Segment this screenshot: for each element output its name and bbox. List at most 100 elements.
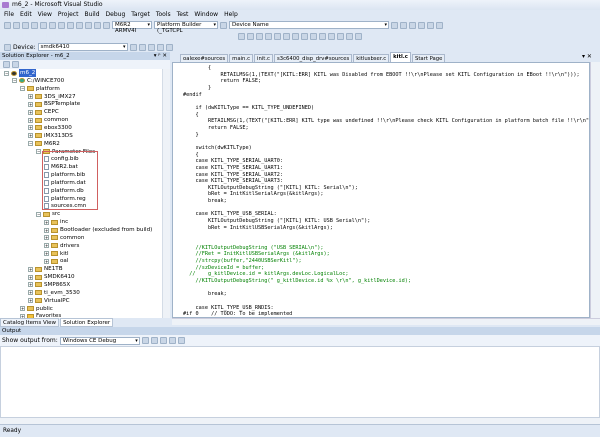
expand-toggle-icon[interactable]: − xyxy=(36,149,41,154)
code-editor[interactable]: { RETAILMSG(1,(TEXT("[KITL:ERR] KITL was… xyxy=(172,62,590,318)
expand-toggle-icon[interactable]: − xyxy=(20,86,25,91)
indent-icon[interactable] xyxy=(274,33,281,40)
tree-node[interactable]: +SMP865X xyxy=(28,281,70,289)
comment-icon[interactable] xyxy=(292,33,299,40)
tab-solution-explorer[interactable]: Solution Explorer xyxy=(60,318,113,327)
tree-node[interactable]: +NE1TB xyxy=(28,265,63,273)
options-icon[interactable] xyxy=(166,44,173,51)
show-all-files-icon[interactable] xyxy=(12,61,19,68)
target-icon[interactable] xyxy=(157,44,164,51)
tab-catalog-items-view[interactable]: Catalog Items View xyxy=(0,318,59,327)
expand-toggle-icon[interactable]: + xyxy=(44,235,49,240)
expand-toggle-icon[interactable]: + xyxy=(28,102,33,107)
open-icon[interactable] xyxy=(22,22,29,29)
tree-node[interactable]: +inc xyxy=(44,218,68,226)
expand-toggle-icon[interactable]: + xyxy=(44,220,49,225)
clear-all-icon[interactable] xyxy=(169,337,176,344)
start-icon[interactable] xyxy=(103,22,110,29)
menu-target[interactable]: Target xyxy=(131,10,150,20)
tree-node[interactable]: +oal xyxy=(44,257,68,265)
cut-icon[interactable] xyxy=(49,22,56,29)
menu-tools[interactable]: Tools xyxy=(156,10,171,20)
navigate-icon[interactable] xyxy=(94,22,101,29)
expand-toggle-icon[interactable]: + xyxy=(28,94,33,99)
expand-toggle-icon[interactable]: + xyxy=(28,133,33,138)
tree-node[interactable]: +iMX313DS xyxy=(28,132,73,140)
device-select[interactable]: smdk6410 xyxy=(38,43,128,51)
output-source-select[interactable]: Windows CE Debug xyxy=(60,337,140,345)
connect-icon[interactable] xyxy=(130,44,137,51)
tree-node[interactable]: +kitl xyxy=(44,250,69,258)
uncomment-icon[interactable] xyxy=(301,33,308,40)
tab-init-c[interactable]: init.c xyxy=(254,54,273,62)
tree-scrollbar[interactable] xyxy=(162,69,170,318)
bookmark-icon[interactable] xyxy=(355,33,362,40)
tree-node[interactable]: +VirtualPC xyxy=(28,297,70,305)
find-icon[interactable] xyxy=(391,22,398,29)
expand-toggle-icon[interactable]: + xyxy=(44,243,49,248)
outdent-icon[interactable] xyxy=(283,33,290,40)
expand-toggle-icon[interactable]: + xyxy=(44,228,49,233)
tools-icon[interactable] xyxy=(418,22,425,29)
expand-toggle-icon[interactable]: + xyxy=(28,298,33,303)
next-message-icon[interactable] xyxy=(160,337,167,344)
menu-help[interactable]: Help xyxy=(224,10,238,20)
new-project-icon[interactable] xyxy=(4,22,11,29)
remote-tools-icon[interactable] xyxy=(148,44,155,51)
expand-toggle-icon[interactable]: − xyxy=(36,212,41,217)
tree-node[interactable]: +public xyxy=(20,305,53,313)
editor-vertical-scrollbar[interactable] xyxy=(590,62,600,318)
expand-toggle-icon[interactable]: + xyxy=(44,259,49,264)
tree-node[interactable]: +common xyxy=(28,116,68,124)
explorer-icon[interactable] xyxy=(427,22,434,29)
window-icon[interactable] xyxy=(436,22,443,29)
find-message-icon[interactable] xyxy=(142,337,149,344)
bookmark-icon[interactable] xyxy=(346,33,353,40)
tree-node[interactable]: −M6R2 xyxy=(28,140,60,148)
tree-node[interactable]: +Bootloader (excluded from build) xyxy=(44,226,152,234)
bookmark-icon[interactable] xyxy=(319,33,326,40)
expand-toggle-icon[interactable]: + xyxy=(28,275,33,280)
tab-start-page[interactable]: Start Page xyxy=(412,54,445,62)
previous-message-icon[interactable] xyxy=(151,337,158,344)
tree-node[interactable]: +CEPC xyxy=(28,108,59,116)
format-icon[interactable] xyxy=(247,33,254,40)
tab-kitl-c[interactable]: kitl.c xyxy=(390,52,411,62)
format-icon[interactable] xyxy=(256,33,263,40)
bookmark-icon[interactable] xyxy=(328,33,335,40)
device-name-select[interactable]: Device Name xyxy=(229,21,389,29)
close-icon[interactable]: ▾ ✕ xyxy=(582,53,592,60)
bookmark-icon[interactable] xyxy=(310,33,317,40)
format-icon[interactable] xyxy=(265,33,272,40)
tree-node[interactable]: +ebox3300 xyxy=(28,124,72,132)
tree-node[interactable]: +BSPTemplate xyxy=(28,100,80,108)
tab-main-c[interactable]: main.c xyxy=(229,54,253,62)
expand-toggle-icon[interactable]: + xyxy=(28,290,33,295)
close-icon[interactable]: ▾ ᵖ ✕ xyxy=(154,52,167,60)
menu-debug[interactable]: Debug xyxy=(106,10,126,20)
copy-icon[interactable] xyxy=(58,22,65,29)
config-select[interactable]: M6R2 ARMV4I xyxy=(112,21,152,29)
disconnect-icon[interactable] xyxy=(139,44,146,51)
menu-edit[interactable]: Edit xyxy=(20,10,32,20)
tree-node[interactable]: −platform xyxy=(20,85,60,93)
code-text[interactable]: { RETAILMSG(1,(TEXT("[KITL:ERR] KITL was… xyxy=(183,65,590,318)
word-wrap-icon[interactable] xyxy=(178,337,185,344)
tree-node[interactable]: +drivers xyxy=(44,242,79,250)
expand-toggle-icon[interactable]: − xyxy=(4,71,9,76)
expand-toggle-icon[interactable]: − xyxy=(12,78,17,83)
tree-node[interactable]: +ti_evm_3530 xyxy=(28,289,80,297)
device-icon[interactable] xyxy=(220,22,227,29)
bookmark-icon[interactable] xyxy=(337,33,344,40)
save-all-icon[interactable] xyxy=(40,22,47,29)
menu-view[interactable]: View xyxy=(38,10,52,20)
expand-toggle-icon[interactable]: + xyxy=(28,267,33,272)
platform-select[interactable]: Platform Builder (_TGTCPL xyxy=(154,21,218,29)
tree-node[interactable]: −src xyxy=(36,210,60,218)
paste-icon[interactable] xyxy=(67,22,74,29)
properties-icon[interactable] xyxy=(400,22,407,29)
expand-toggle-icon[interactable]: + xyxy=(44,251,49,256)
tree-node[interactable]: +SMDK6410 xyxy=(28,273,75,281)
properties-icon[interactable] xyxy=(3,61,10,68)
expand-toggle-icon[interactable]: + xyxy=(28,125,33,130)
